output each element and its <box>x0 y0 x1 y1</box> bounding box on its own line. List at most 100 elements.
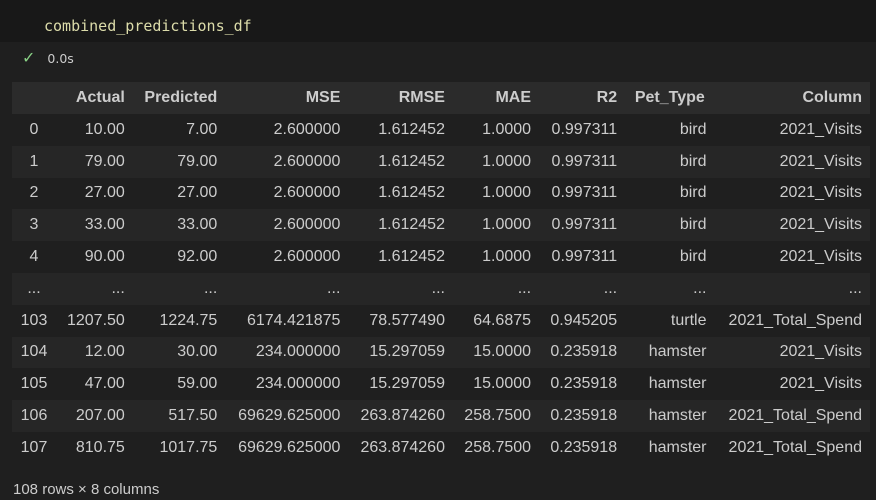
cell-index: 104 <box>12 336 56 369</box>
cell-rmse: 1.612452 <box>348 145 453 178</box>
cell-column: 2021_Visits <box>714 336 870 369</box>
cell-mse: 2.600000 <box>225 177 349 210</box>
table-row: 105 47.00 59.00 234.000000 15.297059 15.0000 0… <box>12 368 870 401</box>
cell-mae: 1.0000 <box>452 241 540 273</box>
cell-mae: ... <box>452 272 540 305</box>
table-row: 107 810.75 1017.75 69629.625000 263.874260 25… <box>12 431 870 464</box>
cell-actual: 207.00 <box>56 400 133 432</box>
header-rmse: RMSE <box>348 82 453 114</box>
cell-predicted: 1224.75 <box>132 304 226 337</box>
cell-index: 105 <box>12 368 56 401</box>
cell-column: ... <box>714 272 870 305</box>
cell-column: 2021_Visits <box>714 114 870 146</box>
code-cell-input[interactable]: combined_predictions_df <box>0 0 876 42</box>
cell-rmse: 263.874260 <box>348 431 453 464</box>
cell-index: ... <box>12 272 56 305</box>
cell-predicted: 33.00 <box>132 209 226 242</box>
cell-column: 2021_Visits <box>714 368 870 401</box>
table-row: 4 90.00 92.00 2.600000 1.612452 1.0000 0.99731… <box>12 241 870 273</box>
table-row: 106 207.00 517.50 69629.625000 263.874260 258… <box>12 400 870 432</box>
cell-mae: 1.0000 <box>452 145 540 178</box>
cell-mse: 2.600000 <box>225 241 349 273</box>
execution-time: 0.0s <box>47 50 74 66</box>
cell-pet-type: bird <box>625 114 715 146</box>
cell-column: 2021_Visits <box>714 209 870 242</box>
cell-mse: 2.600000 <box>225 114 349 146</box>
cell-actual: 27.00 <box>56 177 133 210</box>
code-text[interactable]: combined_predictions_df <box>44 17 252 35</box>
table-row: 103 1207.50 1224.75 6174.421875 78.577490 64.… <box>12 304 870 337</box>
table-row: 3 33.00 33.00 2.600000 1.612452 1.0000 0.99731… <box>12 209 870 242</box>
cell-actual: 810.75 <box>56 431 133 464</box>
cell-predicted: 30.00 <box>132 336 226 369</box>
cell-column: 2021_Total_Spend <box>714 400 870 432</box>
cell-mae: 258.7500 <box>452 431 540 464</box>
cell-rmse: 1.612452 <box>348 241 453 273</box>
cell-pet-type: bird <box>625 177 715 210</box>
cell-pet-type: turtle <box>625 304 715 337</box>
execution-status: ✓ 0.0s <box>22 48 74 68</box>
cell-column: 2021_Total_Spend <box>714 304 870 337</box>
cell-r2: ... <box>539 272 626 305</box>
cell-actual: 10.00 <box>56 114 133 146</box>
table-row: ........................... <box>12 272 870 305</box>
header-index <box>12 82 56 114</box>
cell-rmse: 1.612452 <box>348 177 453 210</box>
cell-index: 4 <box>12 241 56 273</box>
cell-r2: 0.235918 <box>539 400 626 432</box>
cell-mse: 69629.625000 <box>225 431 349 464</box>
header-actual: Actual <box>56 82 133 114</box>
cell-pet-type: bird <box>625 241 715 273</box>
cell-pet-type: hamster <box>625 400 715 432</box>
cell-index: 1 <box>12 145 56 178</box>
cell-rmse: 1.612452 <box>348 209 453 242</box>
cell-actual: 90.00 <box>56 241 133 273</box>
cell-r2: 0.235918 <box>539 336 626 369</box>
header-mse: MSE <box>225 82 349 114</box>
cell-predicted: 1017.75 <box>132 431 226 464</box>
cell-mae: 1.0000 <box>452 114 540 146</box>
cell-actual: ... <box>56 272 133 305</box>
cell-mse: ... <box>225 272 349 305</box>
cell-predicted: 79.00 <box>132 145 226 178</box>
table-header-row: Actual Predicted MSE RMSE MAE R2 Pet_Typ… <box>12 82 870 114</box>
cell-pet-type: ... <box>625 272 715 305</box>
cell-actual: 79.00 <box>56 145 133 178</box>
header-predicted: Predicted <box>132 82 226 114</box>
cell-predicted: 59.00 <box>132 368 226 401</box>
check-icon: ✓ <box>22 48 36 67</box>
cell-r2: 0.997311 <box>539 114 626 146</box>
cell-actual: 12.00 <box>56 336 133 369</box>
cell-index: 2 <box>12 177 56 210</box>
cell-pet-type: hamster <box>625 336 715 369</box>
cell-rmse: 78.577490 <box>348 304 453 337</box>
header-r2: R2 <box>539 82 626 114</box>
header-mae: MAE <box>452 82 540 114</box>
cell-pet-type: hamster <box>625 368 715 401</box>
dataframe-table: Actual Predicted MSE RMSE MAE R2 Pet_Typ… <box>12 82 870 464</box>
cell-output: Actual Predicted MSE RMSE MAE R2 Pet_Typ… <box>0 72 876 500</box>
cell-mae: 1.0000 <box>452 209 540 242</box>
cell-rmse: 15.297059 <box>348 368 453 401</box>
cell-mse: 234.000000 <box>225 336 349 369</box>
cell-column: 2021_Visits <box>714 145 870 178</box>
cell-mae: 1.0000 <box>452 177 540 210</box>
cell-mse: 2.600000 <box>225 209 349 242</box>
cell-column: 2021_Visits <box>714 241 870 273</box>
table-body: 0 10.00 7.00 2.600000 1.612452 1.0000 0.997311… <box>12 114 870 464</box>
cell-actual: 47.00 <box>56 368 133 401</box>
table-row: 0 10.00 7.00 2.600000 1.612452 1.0000 0.997311… <box>12 114 870 146</box>
cell-index: 0 <box>12 114 56 146</box>
cell-pet-type: bird <box>625 209 715 242</box>
cell-r2: 0.997311 <box>539 241 626 273</box>
cell-index: 103 <box>12 304 56 337</box>
cell-r2: 0.235918 <box>539 431 626 464</box>
table-row: 104 12.00 30.00 234.000000 15.297059 15.0000 0… <box>12 336 870 369</box>
cell-mae: 258.7500 <box>452 400 540 432</box>
cell-mse: 69629.625000 <box>225 400 349 432</box>
cell-r2: 0.997311 <box>539 177 626 210</box>
cell-index: 107 <box>12 431 56 464</box>
cell-mae: 15.0000 <box>452 336 540 369</box>
cell-index: 106 <box>12 400 56 432</box>
cell-r2: 0.997311 <box>539 145 626 178</box>
